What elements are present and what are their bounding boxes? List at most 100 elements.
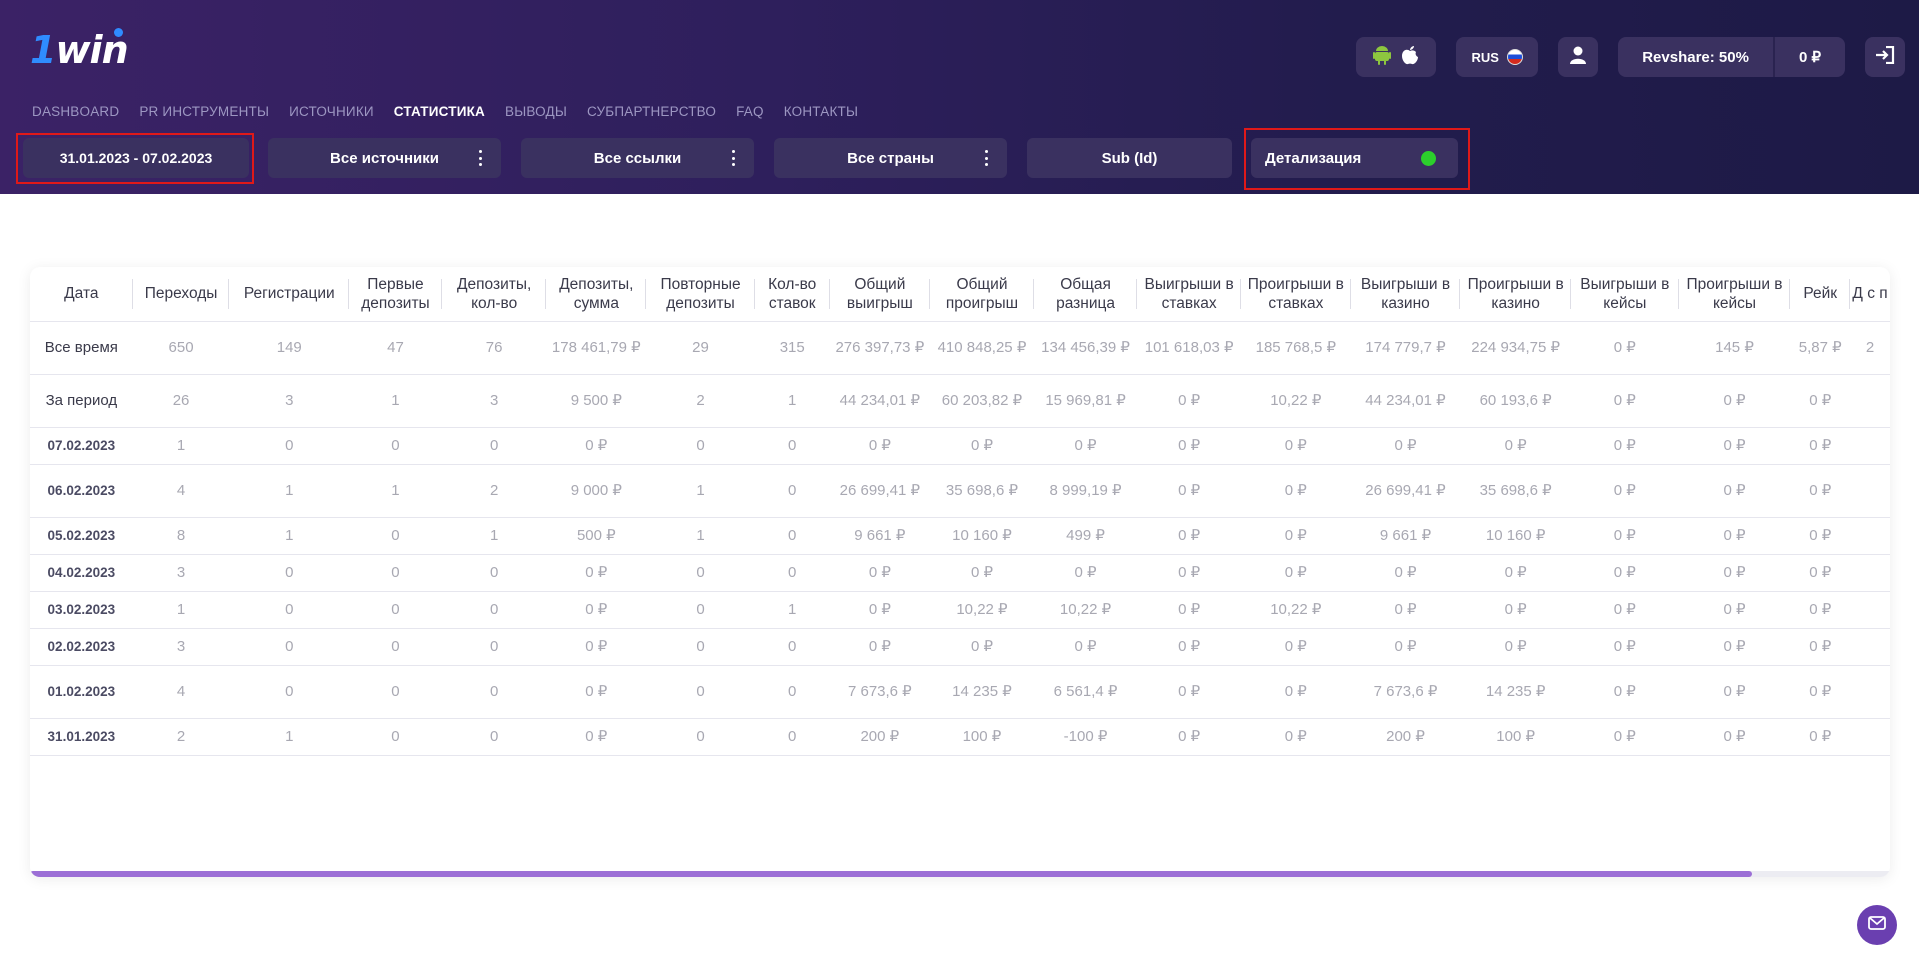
column-header[interactable]: Д с п	[1850, 267, 1890, 322]
table-cell: 0	[349, 718, 442, 756]
table-cell: 0 ₽	[1137, 554, 1241, 592]
table-cell: 0 ₽	[1571, 718, 1679, 756]
table-cell: 0 ₽	[1137, 665, 1241, 719]
column-header[interactable]: Общий проигрыш	[930, 267, 1034, 322]
android-icon[interactable]	[1373, 45, 1392, 70]
countries-filter[interactable]: Все страны	[774, 138, 1007, 178]
table-cell: 10 160 ₽	[1460, 517, 1571, 555]
column-header[interactable]: Депозиты, кол-во	[441, 267, 547, 322]
column-header[interactable]: Выигрыши в ставках	[1137, 267, 1241, 322]
apple-icon[interactable]	[1401, 45, 1419, 70]
column-header[interactable]: Проигрыши в казино	[1460, 267, 1571, 322]
column-header[interactable]: Дата	[30, 267, 133, 322]
scrollbar-thumb[interactable]	[30, 871, 1752, 877]
column-header-label: Выигрыши в кейсы	[1580, 275, 1670, 312]
table-cell: 1	[132, 427, 230, 465]
table-cell: 44 234,01 ₽	[829, 374, 931, 428]
table-cell: 0 ₽	[1571, 321, 1679, 375]
table-cell: 26 699,41 ₽	[1350, 464, 1461, 518]
revshare-balance[interactable]: Revshare: 50% 0 ₽	[1618, 37, 1845, 77]
table-cell: 26	[132, 374, 230, 428]
table-cell: 5,87 ₽	[1790, 321, 1851, 375]
table-cell: 0 ₽	[1240, 517, 1351, 555]
detail-toggle[interactable]: Детализация	[1251, 138, 1458, 178]
table-cell: 0	[754, 665, 830, 719]
column-header[interactable]: Первые депозиты	[349, 267, 442, 322]
table-cell: 0 ₽	[1137, 464, 1241, 518]
table-cell	[1850, 628, 1890, 666]
nav-statistics[interactable]: СТАТИСТИКА	[394, 104, 485, 119]
table-cell: 44 234,01 ₽	[1350, 374, 1461, 428]
nav-contacts[interactable]: КОНТАКТЫ	[784, 104, 858, 119]
column-header[interactable]: Общая разница	[1033, 267, 1138, 322]
logo[interactable]: 1 win	[30, 28, 129, 72]
table-row: 07.02.2023 1 0 0 0 0 ₽0 0 0 ₽0 ₽0 ₽0 ₽0 ₽0 ₽0 ₽…	[30, 427, 1890, 465]
date-range-picker[interactable]: 31.01.2023 - 07.02.2023	[23, 138, 249, 178]
column-header[interactable]: Выигрыши в кейсы	[1571, 267, 1679, 322]
profile-button[interactable]	[1558, 37, 1599, 77]
column-header[interactable]: Проигрыши в кейсы	[1678, 267, 1791, 322]
column-header-label: Кол-во ставок	[768, 275, 817, 312]
nav-dashboard[interactable]: DASHBOARD	[32, 104, 119, 119]
table-cell: 224 934,75 ₽	[1460, 321, 1571, 375]
table-cell: 0 ₽	[829, 554, 931, 592]
column-header[interactable]: Переходы	[132, 267, 230, 322]
nav-subpartnership[interactable]: СУБПАРТНЕРСТВО	[587, 104, 716, 119]
nav-sources[interactable]: ИСТОЧНИКИ	[289, 104, 374, 119]
table-cell: 0	[229, 427, 350, 465]
nav-payouts[interactable]: ВЫВОДЫ	[505, 104, 567, 119]
table-cell: 0	[754, 464, 830, 518]
table-cell: 0 ₽	[1678, 554, 1791, 592]
table-cell: 35 698,6 ₽	[1460, 464, 1571, 518]
table-cell: 0 ₽	[1790, 374, 1851, 428]
table-cell: 0	[646, 718, 755, 756]
nav-pr-tools[interactable]: PR ИНСТРУМЕНТЫ	[139, 104, 269, 119]
table-row: Все время 650 149 47 76 178 461,79 ₽29 315 276 …	[30, 321, 1890, 375]
mail-icon	[1868, 915, 1886, 935]
column-header-label: Д с п	[1852, 285, 1888, 303]
subid-filter[interactable]: Sub (Id)	[1027, 138, 1232, 178]
language-selector[interactable]: RUS	[1456, 37, 1539, 77]
sources-filter[interactable]: Все источники	[268, 138, 501, 178]
more-dots-icon[interactable]	[985, 150, 989, 166]
table-cell: 0 ₽	[1137, 591, 1241, 629]
table-row: 03.02.2023 1 0 0 0 0 ₽0 1 0 ₽10,22 ₽10,22 ₽0 ₽1…	[30, 591, 1890, 629]
table-row: 01.02.2023 4 0 0 0 0 ₽0 0 7 673,6 ₽14 235 ₽6 56…	[30, 665, 1890, 719]
table-cell: 0 ₽	[1350, 554, 1461, 592]
table-cell	[1850, 718, 1890, 756]
column-header[interactable]: Выигрыши в казино	[1350, 267, 1461, 322]
table-cell: 1	[349, 374, 442, 428]
more-dots-icon[interactable]	[732, 150, 736, 166]
sources-label: Все источники	[330, 149, 439, 167]
more-dots-icon[interactable]	[479, 150, 483, 166]
nav-faq[interactable]: FAQ	[736, 104, 764, 119]
user-icon	[1570, 46, 1587, 69]
table-cell: 0 ₽	[1571, 554, 1679, 592]
column-header-label: Депозиты, кол-во	[457, 275, 532, 312]
column-header[interactable]: Проигрыши в ставках	[1240, 267, 1351, 322]
column-header[interactable]: Общий выигрыш	[829, 267, 931, 322]
table-cell: 8 999,19 ₽	[1033, 464, 1138, 518]
table-cell: 3	[229, 374, 350, 428]
row-date-cell: 03.02.2023	[30, 591, 133, 629]
table-cell: 0 ₽	[829, 591, 931, 629]
logout-button[interactable]	[1865, 37, 1905, 77]
column-header[interactable]: Повторные депозиты	[646, 267, 755, 322]
table-cell: 4	[132, 464, 230, 518]
table-cell: 0 ₽	[1790, 591, 1851, 629]
links-filter[interactable]: Все ссылки	[521, 138, 754, 178]
support-mail-button[interactable]	[1857, 905, 1897, 945]
table-cell: 0 ₽	[1571, 517, 1679, 555]
apps-pill	[1356, 37, 1437, 77]
horizontal-scrollbar[interactable]	[30, 871, 1890, 877]
column-header[interactable]: Кол-во ставок	[754, 267, 830, 322]
detail-label: Детализация	[1265, 149, 1362, 167]
column-header[interactable]: Рейк	[1790, 267, 1851, 322]
column-header[interactable]: Депозиты, сумма	[546, 267, 647, 322]
table-header-row: Дата Переходы Регистрации Первые депозиты Де…	[30, 267, 1890, 322]
table-cell: 145 ₽	[1678, 321, 1791, 375]
row-date-cell: 02.02.2023	[30, 628, 133, 666]
table-cell: 0	[349, 591, 442, 629]
column-header[interactable]: Регистрации	[229, 267, 350, 322]
table-cell: 499 ₽	[1033, 517, 1138, 555]
